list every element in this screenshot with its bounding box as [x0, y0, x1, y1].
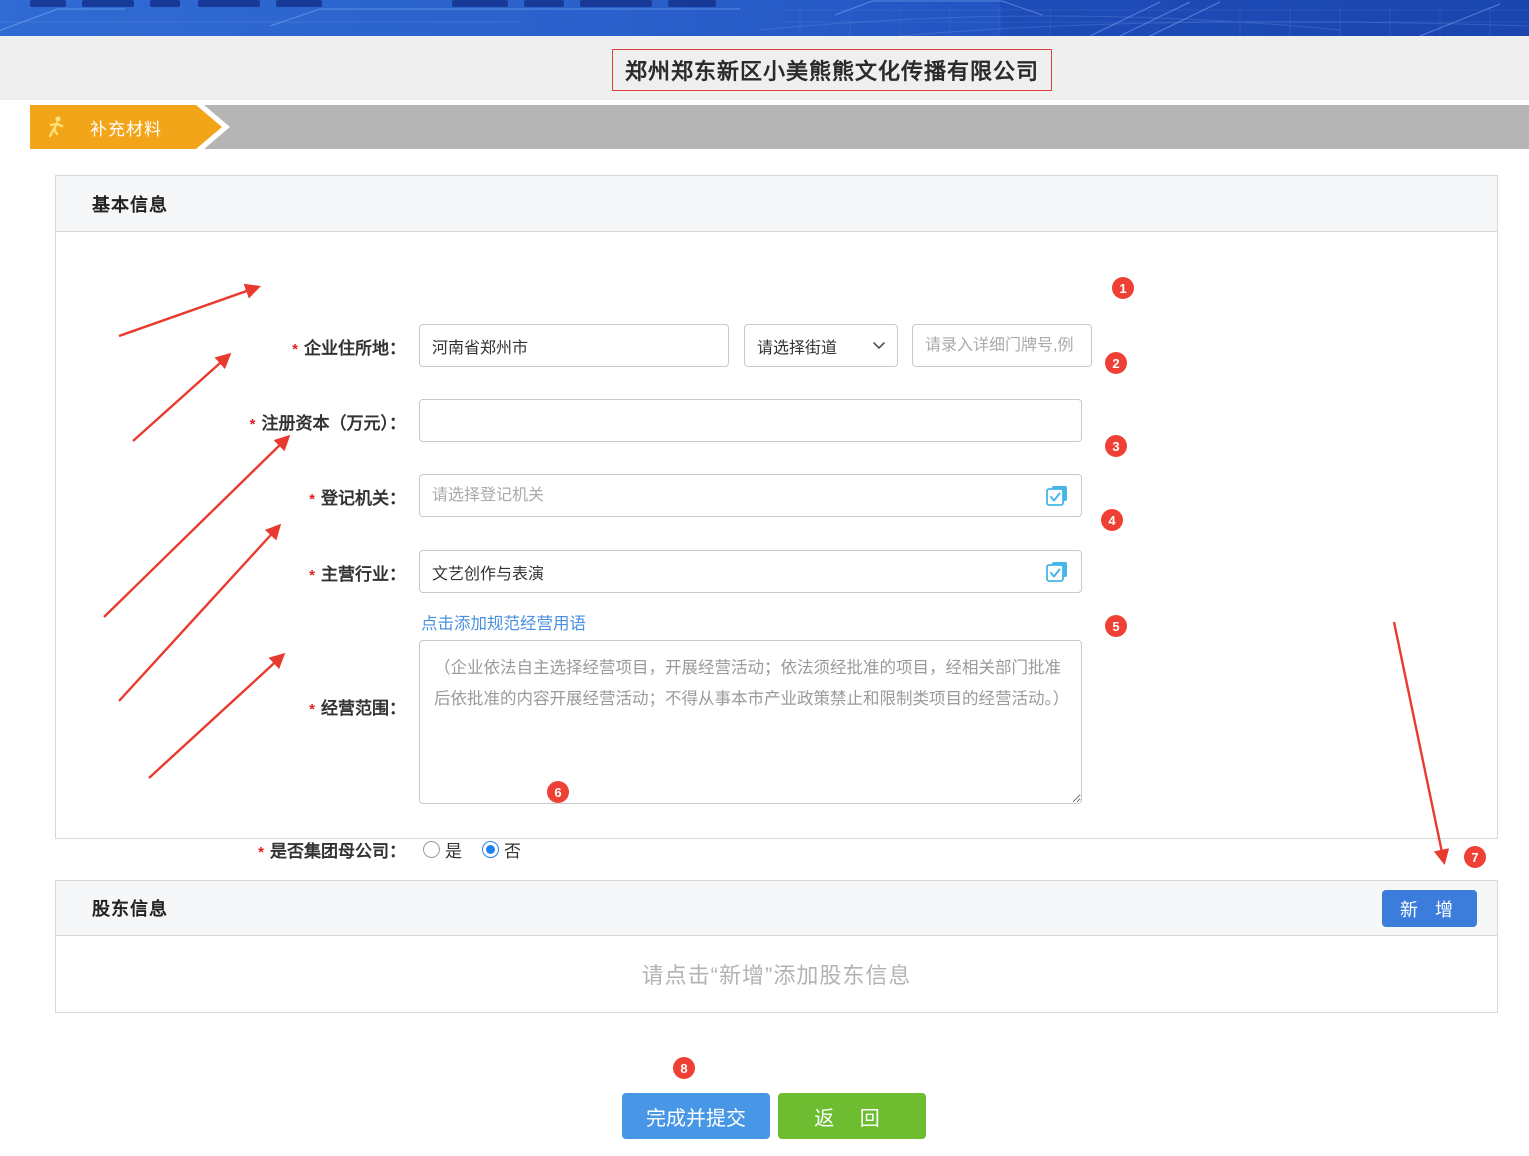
- address-detail-input[interactable]: [912, 324, 1092, 367]
- capital-input[interactable]: [419, 399, 1082, 442]
- radio-yes-label: 是: [445, 837, 462, 862]
- industry-input[interactable]: [419, 550, 1082, 593]
- required-star: *: [309, 491, 315, 508]
- radio-no-label: 否: [504, 837, 521, 862]
- basic-info-card: 基本信息 *企业住所地： 请选择街道 *注册资本（万元）： *登记机关: [55, 175, 1498, 839]
- required-star: *: [309, 701, 315, 718]
- industry-picker-icon[interactable]: [1044, 559, 1070, 585]
- step-bar-track: [30, 105, 1529, 149]
- top-banner: [0, 0, 1529, 36]
- authority-label: *登记机关：: [56, 484, 406, 509]
- required-star: *: [258, 844, 264, 861]
- shareholders-card: 股东信息 新 增 请点击“新增”添加股东信息: [55, 880, 1498, 1013]
- step-tab-supplementary[interactable]: 补充材料: [30, 105, 222, 149]
- radio-yes[interactable]: [423, 841, 440, 858]
- address-region-input[interactable]: [419, 324, 729, 367]
- annotation-badge-4: 4: [1101, 509, 1123, 531]
- chevron-down-icon: [873, 342, 885, 350]
- add-shareholder-button[interactable]: 新 增: [1382, 890, 1477, 927]
- add-standard-terms-link[interactable]: 点击添加规范经营用语: [421, 610, 586, 634]
- scope-label: *经营范围：: [56, 694, 406, 719]
- step-tab-label: 补充材料: [90, 115, 162, 140]
- company-title: 郑州郑东新区小美熊熊文化传播有限公司: [625, 54, 1039, 86]
- industry-label: *主营行业：: [56, 560, 406, 585]
- title-strip: 郑州郑东新区小美熊熊文化传播有限公司: [0, 36, 1529, 100]
- runner-icon: [46, 115, 66, 139]
- company-title-box: 郑州郑东新区小美熊熊文化传播有限公司: [612, 49, 1052, 91]
- shareholders-header: 股东信息 新 增: [56, 881, 1497, 936]
- basic-info-header: 基本信息: [56, 176, 1497, 232]
- shareholders-empty-hint: 请点击“新增”添加股东信息: [56, 936, 1497, 1012]
- street-select-value: 请选择街道: [757, 334, 837, 358]
- scope-textarea[interactable]: （企业依法自主选择经营项目，开展经营活动；依法须经批准的项目，经相关部门批准后依…: [419, 640, 1082, 804]
- shareholders-title: 股东信息: [92, 895, 168, 921]
- submit-button[interactable]: 完成并提交: [622, 1093, 770, 1139]
- annotation-badge-6: 6: [547, 781, 569, 803]
- annotation-badge-7: 7: [1464, 846, 1486, 868]
- required-star: *: [250, 416, 256, 433]
- address-label: *企业住所地：: [56, 334, 406, 359]
- group-parent-radio-group: 是 否: [423, 837, 541, 862]
- annotation-badge-3: 3: [1105, 435, 1127, 457]
- annotation-badge-8: 8: [673, 1057, 695, 1079]
- basic-info-title: 基本信息: [92, 191, 168, 217]
- authority-input[interactable]: [419, 474, 1082, 517]
- capital-label: *注册资本（万元）：: [56, 409, 406, 434]
- required-star: *: [292, 341, 298, 358]
- street-select[interactable]: 请选择街道: [744, 324, 898, 367]
- required-star: *: [309, 567, 315, 584]
- back-button[interactable]: 返 回: [778, 1093, 926, 1139]
- radio-no[interactable]: [482, 841, 499, 858]
- annotation-badge-5: 5: [1105, 615, 1127, 637]
- annotation-badge-1: 1: [1112, 277, 1134, 299]
- authority-picker-icon[interactable]: [1044, 483, 1070, 509]
- group-parent-label: *是否集团母公司：: [56, 837, 406, 862]
- banner-decoration: [0, 0, 1529, 36]
- page: 郑州郑东新区小美熊熊文化传播有限公司 补充材料 基本信息: [0, 0, 1529, 1156]
- annotation-badge-2: 2: [1105, 352, 1127, 374]
- step-bar: 补充材料: [30, 105, 1529, 149]
